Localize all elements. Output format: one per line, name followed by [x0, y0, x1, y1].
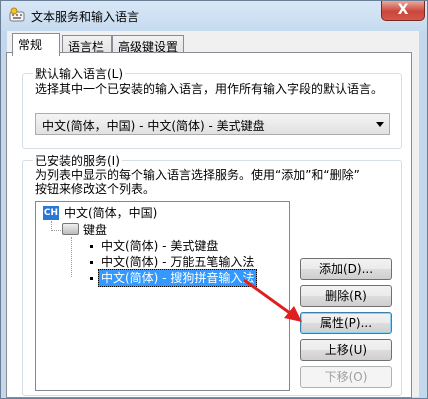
move-up-button[interactable]: 上移(U)	[300, 339, 392, 361]
properties-button[interactable]: 属性(P)...	[300, 312, 392, 334]
tree-bullet	[90, 261, 93, 264]
tree-bullet	[90, 277, 93, 280]
default-input-selected-value: 中文(简体，中国) - 中文(简体) - 美式键盘	[42, 119, 265, 133]
tree-item-wubi[interactable]: 中文(简体) - 万能五笔输入法	[101, 254, 254, 270]
chevron-down-icon	[376, 122, 384, 127]
tree-connector	[71, 237, 72, 277]
title-bar[interactable]: 文本服务和输入语言 X	[1, 1, 427, 31]
add-button[interactable]: 添加(D)...	[300, 258, 392, 280]
move-down-button[interactable]: 下移(O)	[300, 366, 392, 388]
installed-services-description-line2: 按钮来修改这个列表。	[35, 182, 156, 196]
tree-bullet	[90, 245, 93, 248]
annotation-arrow	[243, 278, 302, 322]
tree-connector	[51, 230, 61, 231]
default-input-description: 选择其中一个已安装的输入语言，用作所有输入字段的默认语言。	[35, 82, 384, 96]
tree-item-sogou-pinyin[interactable]: 中文(简体) - 搜狗拼音输入法	[98, 269, 258, 287]
window-title: 文本服务和输入语言	[31, 10, 140, 24]
default-input-group-label: 默认输入语言(L)	[33, 65, 126, 82]
tree-item-us-keyboard[interactable]: 中文(简体) - 美式键盘	[101, 238, 218, 254]
keyboard-icon	[62, 223, 79, 235]
keyboard-settings-icon	[9, 7, 25, 23]
default-input-language-select[interactable]: 中文(简体，中国) - 中文(简体) - 美式键盘	[35, 113, 390, 135]
installed-services-group-label: 已安装的服务(I)	[33, 152, 122, 169]
tree-language-node[interactable]: 中文(简体，中国)	[64, 205, 157, 221]
tree-keyboard-node[interactable]: 键盘	[83, 222, 107, 238]
installed-services-description-line1: 为列表中显示的每个输入语言选择服务。使用“添加”和“删除”	[35, 168, 360, 182]
tab-general[interactable]: 常规	[12, 33, 60, 56]
language-flag-icon: CH	[43, 206, 59, 220]
close-button[interactable]: X	[381, 1, 425, 21]
remove-button[interactable]: 删除(R)	[300, 285, 392, 307]
